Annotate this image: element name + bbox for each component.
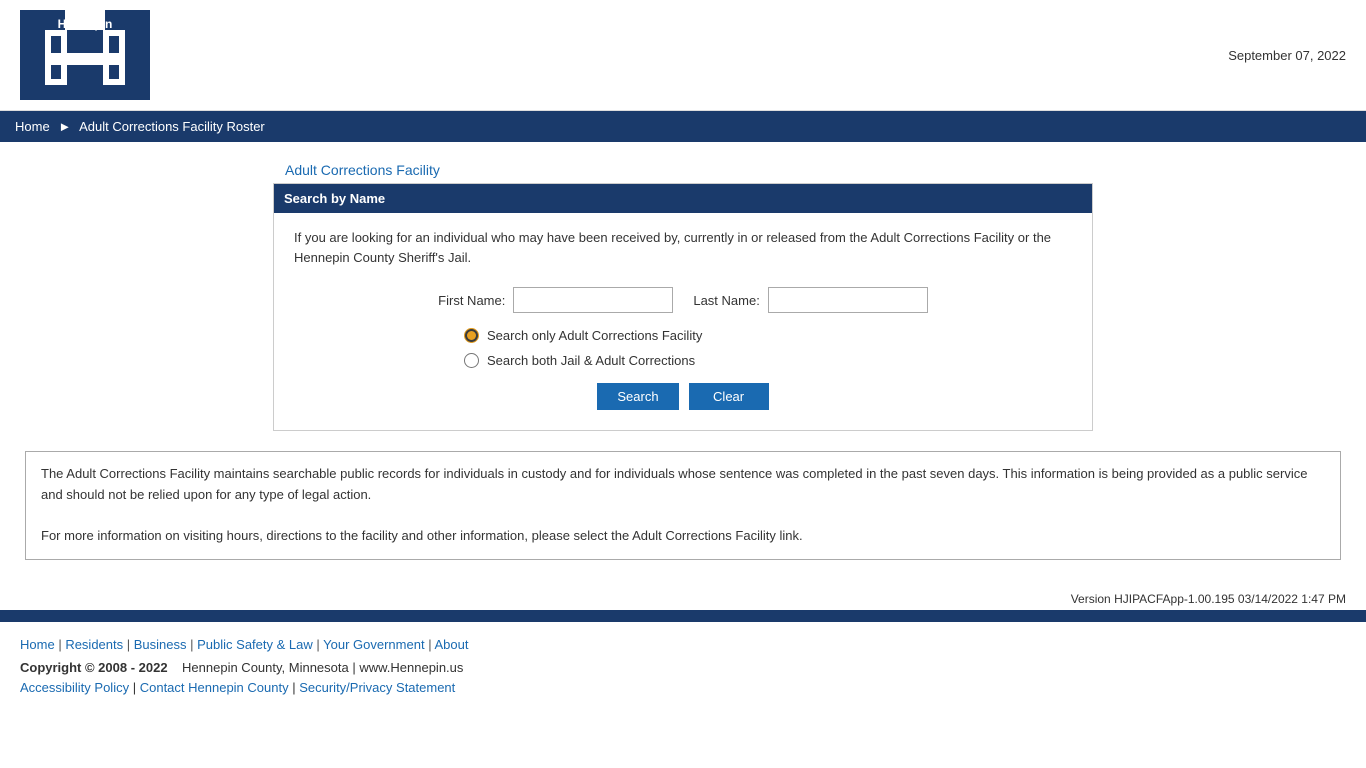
- date-display: September 07, 2022: [1228, 48, 1346, 63]
- hennepin-logo-svg: Hennepin: [20, 10, 150, 100]
- info-box: The Adult Corrections Facility maintains…: [25, 451, 1341, 560]
- footer-accessibility-link[interactable]: Accessibility Policy: [20, 680, 129, 695]
- first-name-group: First Name:: [438, 287, 673, 313]
- breadcrumb-current: Adult Corrections Facility Roster: [79, 119, 265, 134]
- info-line1: The Adult Corrections Facility maintains…: [41, 464, 1325, 506]
- radio-both-label: Search both Jail & Adult Corrections: [487, 353, 695, 368]
- footer-links: Accessibility Policy | Contact Hennepin …: [20, 680, 1346, 695]
- main-content: Adult Corrections Facility Search by Nam…: [0, 142, 1366, 600]
- first-name-input[interactable]: [513, 287, 673, 313]
- logo: Hennepin: [20, 10, 150, 100]
- footer-nav-business[interactable]: Business: [134, 637, 187, 652]
- page-header: Hennepin September 07, 2022: [0, 0, 1366, 111]
- info-line2: For more information on visiting hours, …: [41, 526, 1325, 547]
- svg-text:Hennepin: Hennepin: [58, 17, 113, 31]
- radio-option-both: Search both Jail & Adult Corrections: [464, 353, 695, 368]
- footer-contact-link[interactable]: Contact Hennepin County: [140, 680, 289, 695]
- footer-org: Hennepin County, Minnesota | www.Hennepi…: [182, 660, 463, 675]
- footer-nav-residents[interactable]: Residents: [65, 637, 123, 652]
- footer-nav-public-safety[interactable]: Public Safety & Law: [197, 637, 313, 652]
- search-panel-header: Search by Name: [274, 184, 1092, 213]
- footer-nav: Home | Residents | Business | Public Saf…: [20, 637, 1346, 652]
- footer-nav-about[interactable]: About: [434, 637, 468, 652]
- radio-acf-only[interactable]: [464, 328, 479, 343]
- footer-divider: [0, 610, 1366, 622]
- breadcrumb-home-link[interactable]: Home: [15, 119, 50, 134]
- radio-acf-only-label: Search only Adult Corrections Facility: [487, 328, 702, 343]
- search-panel: Search by Name If you are looking for an…: [273, 183, 1093, 431]
- copyright-text: Copyright © 2008 - 2022: [20, 660, 168, 675]
- footer-copyright: Copyright © 2008 - 2022 Hennepin County,…: [20, 660, 1346, 675]
- footer-nav-government[interactable]: Your Government: [323, 637, 424, 652]
- radio-both[interactable]: [464, 353, 479, 368]
- last-name-group: Last Name:: [693, 287, 927, 313]
- search-type-radio-group: Search only Adult Corrections Facility S…: [464, 328, 1072, 368]
- footer-link-sep-1: |: [133, 680, 140, 695]
- last-name-input[interactable]: [768, 287, 928, 313]
- logo-container: Hennepin: [20, 10, 150, 100]
- button-row: Search Clear: [294, 383, 1072, 410]
- footer-security-link[interactable]: Security/Privacy Statement: [299, 680, 455, 695]
- breadcrumb-bar: Home ► Adult Corrections Facility Roster: [0, 111, 1366, 142]
- first-name-label: First Name:: [438, 293, 505, 308]
- name-fields-row: First Name: Last Name:: [294, 287, 1072, 313]
- footer-version: Version HJIPACFApp-1.00.195 03/14/2022 1…: [1071, 592, 1346, 606]
- search-description: If you are looking for an individual who…: [294, 228, 1072, 267]
- footer-nav-home[interactable]: Home: [20, 637, 55, 652]
- last-name-label: Last Name:: [693, 293, 759, 308]
- facility-title: Adult Corrections Facility: [285, 162, 1351, 178]
- breadcrumb-separator: ►: [58, 119, 71, 134]
- clear-button[interactable]: Clear: [689, 383, 769, 410]
- radio-option-acf: Search only Adult Corrections Facility: [464, 328, 702, 343]
- footer-sep-2: |: [127, 637, 134, 652]
- search-button[interactable]: Search: [597, 383, 678, 410]
- search-panel-body: If you are looking for an individual who…: [274, 213, 1092, 430]
- footer: Version HJIPACFApp-1.00.195 03/14/2022 1…: [0, 622, 1366, 715]
- footer-clear: [20, 695, 1346, 700]
